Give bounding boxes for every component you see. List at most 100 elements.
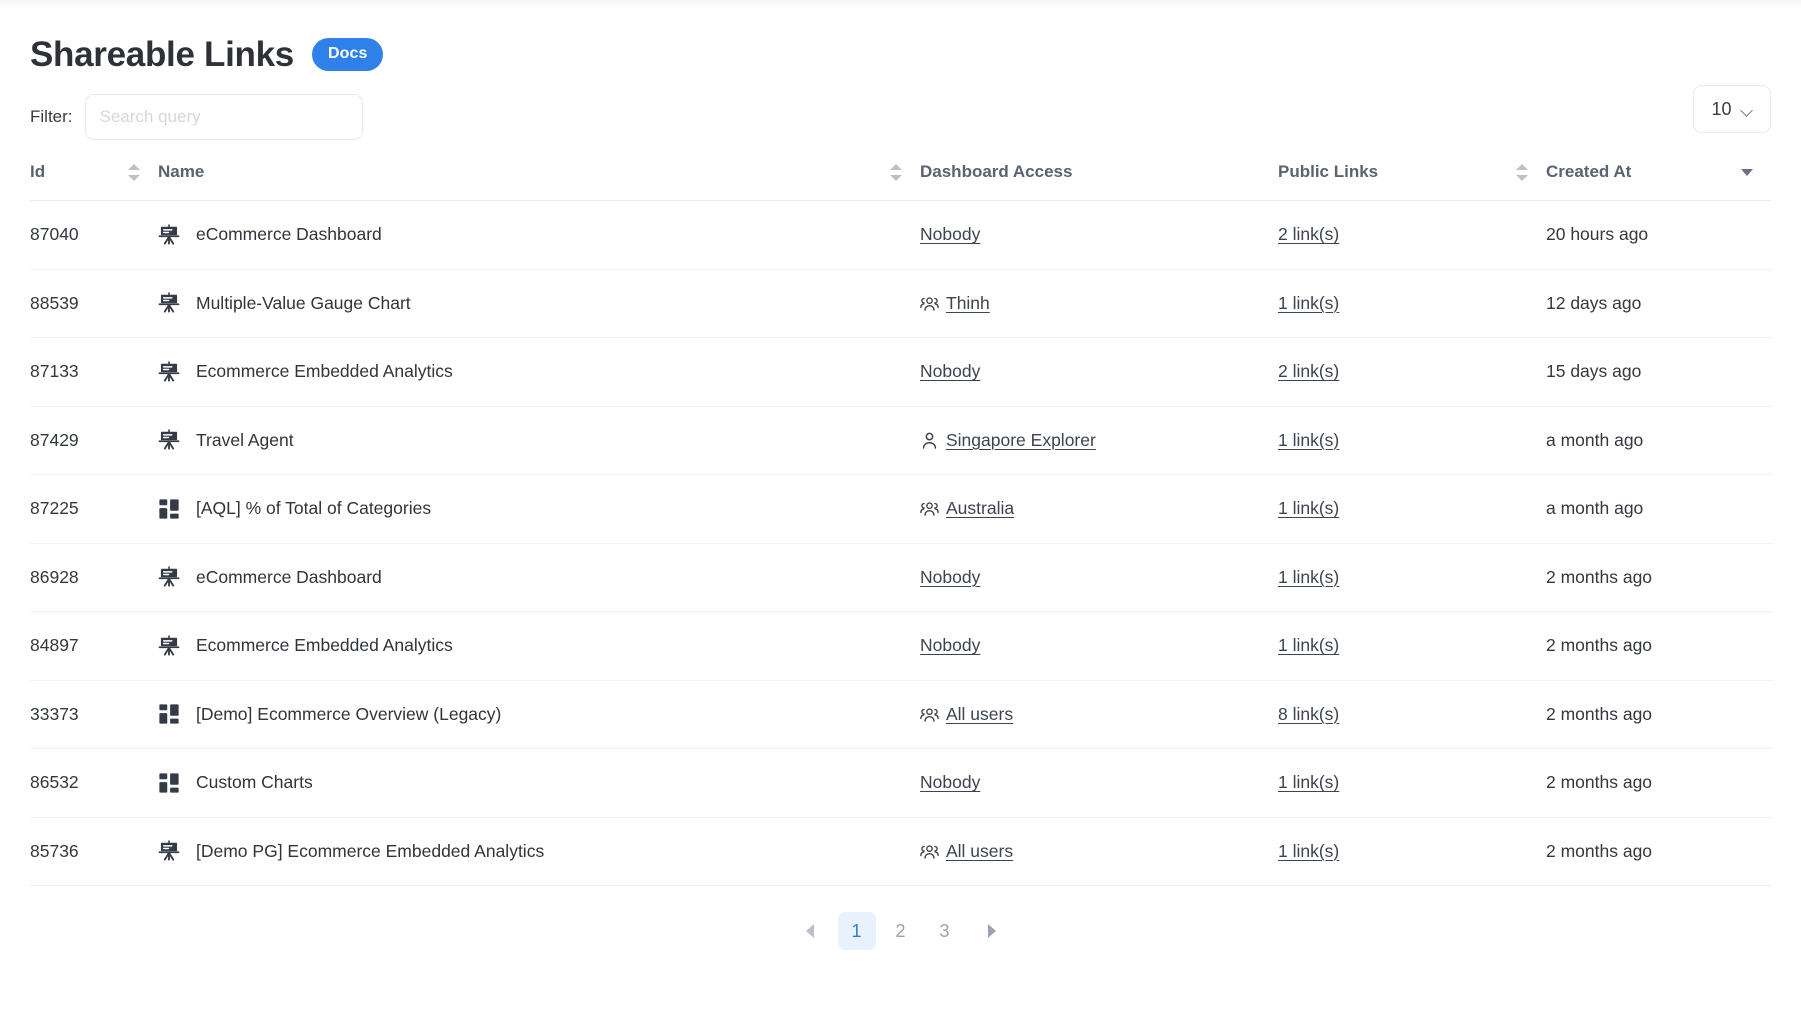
group-icon [920, 294, 939, 313]
table-row[interactable]: 88539 Multiple-Value Gauge Chart Thinh 1 li… [30, 269, 1771, 338]
table-row[interactable]: 87225 [AQL] % of Total of Categories Austr… [30, 474, 1771, 544]
created-at-label: 2 months ago [1546, 703, 1653, 724]
dashboard-access-link[interactable]: Thinh [946, 293, 990, 314]
cell-dashboard-access: Nobody [920, 748, 1278, 818]
column-label-name: Name [158, 162, 205, 181]
chevron-down-icon [1742, 106, 1753, 113]
created-at-label: 12 days ago [1546, 292, 1642, 313]
dashboard-access-link[interactable]: Nobody [920, 224, 980, 245]
table-row[interactable]: 86928 eCommerce Dashboard Nobody 1 link(s) 2… [30, 543, 1771, 612]
cell-created-at: a month ago [1546, 406, 1771, 475]
cell-dashboard-access: Australia [920, 474, 1278, 544]
name-label: [Demo] Ecommerce Overview (Legacy) [196, 703, 502, 724]
page-container: Shareable Links Docs Filter: 10 Id Name [0, 9, 1801, 950]
table-row[interactable]: 33373 [Demo] Ecommerce Overview (Legacy) A… [30, 680, 1771, 749]
easel-icon [158, 429, 180, 451]
cell-dashboard-access: Nobody [920, 200, 1278, 270]
table-row[interactable]: 87429 Travel Agent Singapore Explorer 1 lin… [30, 406, 1771, 475]
public-links-link[interactable]: 1 link(s) [1278, 498, 1339, 518]
name-label: eCommerce Dashboard [196, 566, 382, 587]
cell-created-at: 2 months ago [1546, 680, 1771, 749]
pagination-pages: 123 [837, 912, 964, 950]
docs-badge[interactable]: Docs [311, 38, 384, 71]
pagination-next-button[interactable] [970, 924, 1014, 938]
cell-created-at: 20 hours ago [1546, 200, 1771, 270]
table-head: Id Name Dashboard Access Public Links Cr… [30, 162, 1771, 201]
name-label: Multiple-Value Gauge Chart [196, 292, 411, 313]
public-links-link[interactable]: 2 link(s) [1278, 361, 1339, 381]
easel-icon [158, 292, 180, 314]
dashboard-access-link[interactable]: All users [946, 841, 1013, 862]
pagination-page-1[interactable]: 1 [837, 912, 876, 950]
dashboard-access-link[interactable]: Nobody [920, 361, 980, 382]
cell-dashboard-access: Singapore Explorer [920, 406, 1278, 475]
easel-icon [158, 634, 180, 657]
person-icon [920, 431, 939, 450]
cell-id: 87429 [30, 406, 158, 475]
pagination-prev-button[interactable] [788, 924, 832, 938]
cell-public-links: 1 link(s) [1278, 817, 1546, 886]
page-size-value: 10 [1711, 98, 1732, 119]
column-header-dashboard-access[interactable]: Dashboard Access [920, 162, 1278, 201]
cell-name: Travel Agent [158, 406, 920, 475]
table-row[interactable]: 85736 [Demo PG] Ecommerce Embedded Analyt… [30, 817, 1771, 886]
public-links-link[interactable]: 1 link(s) [1278, 841, 1339, 861]
cell-created-at: 2 months ago [1546, 611, 1771, 681]
cell-name: eCommerce Dashboard [158, 200, 920, 270]
pagination-page-2[interactable]: 2 [882, 912, 920, 950]
public-links-link[interactable]: 8 link(s) [1278, 704, 1339, 724]
sort-both-icon[interactable] [128, 163, 140, 181]
cell-dashboard-access: Nobody [920, 611, 1278, 681]
name-label: Ecommerce Embedded Analytics [196, 635, 453, 656]
cell-public-links: 1 link(s) [1278, 269, 1546, 338]
table-body: 87040 eCommerce Dashboard Nobody 2 link(s) 2… [30, 200, 1771, 886]
cell-id: 87133 [30, 337, 158, 407]
public-links-link[interactable]: 1 link(s) [1278, 635, 1339, 655]
name-label: [Demo PG] Ecommerce Embedded Analytics [196, 840, 545, 861]
cell-created-at: 15 days ago [1546, 337, 1771, 407]
dashboard-access-link[interactable]: All users [946, 704, 1013, 725]
dashboard-access-link[interactable]: Singapore Explorer [946, 430, 1096, 451]
filter-toolbar: Filter: 10 [30, 85, 1771, 140]
page-size-select[interactable]: 10 [1693, 85, 1771, 133]
dashboard-access-link[interactable]: Nobody [920, 567, 980, 588]
table-row[interactable]: 84897 Ecommerce Embedded Analytics Nobody 1… [30, 611, 1771, 681]
column-header-name[interactable]: Name [158, 162, 920, 201]
name-label: Custom Charts [196, 772, 313, 793]
sort-both-icon[interactable] [1516, 163, 1528, 181]
public-links-link[interactable]: 1 link(s) [1278, 772, 1339, 792]
top-strip [0, 0, 1801, 9]
public-links-link[interactable]: 1 link(s) [1278, 567, 1339, 587]
table-row[interactable]: 86532 Custom Charts Nobody 1 link(s) 2 month… [30, 748, 1771, 818]
grid-icon [158, 498, 180, 520]
dashboard-access-link[interactable]: Nobody [920, 772, 980, 793]
public-links-link[interactable]: 1 link(s) [1278, 430, 1339, 450]
table-row[interactable]: 87040 eCommerce Dashboard Nobody 2 link(s) 2… [30, 200, 1771, 270]
cell-public-links: 1 link(s) [1278, 406, 1546, 475]
public-links-link[interactable]: 1 link(s) [1278, 293, 1339, 313]
cell-dashboard-access: All users [920, 680, 1278, 749]
pagination-page-3[interactable]: 3 [926, 912, 964, 950]
cell-public-links: 1 link(s) [1278, 748, 1546, 818]
table-row[interactable]: 87133 Ecommerce Embedded Analytics Nobody 2… [30, 337, 1771, 407]
table-header-row: Id Name Dashboard Access Public Links Cr… [30, 162, 1771, 201]
search-input[interactable] [84, 94, 363, 140]
sort-both-icon[interactable] [890, 163, 902, 181]
column-label-created-at: Created At [1546, 162, 1632, 181]
created-at-label: a month ago [1546, 498, 1644, 519]
triangle-left-icon [805, 924, 814, 938]
cell-name: Multiple-Value Gauge Chart [158, 269, 920, 338]
dashboard-access-link[interactable]: Nobody [920, 635, 980, 656]
created-at-label: 2 months ago [1546, 566, 1653, 587]
public-links-link[interactable]: 2 link(s) [1278, 224, 1339, 244]
column-header-created-at[interactable]: Created At [1546, 162, 1771, 201]
cell-public-links: 2 link(s) [1278, 200, 1546, 270]
cell-public-links: 2 link(s) [1278, 337, 1546, 407]
dashboard-access-link[interactable]: Australia [946, 498, 1014, 519]
easel-icon [158, 840, 180, 862]
easel-icon [158, 566, 180, 588]
column-header-public-links[interactable]: Public Links [1278, 162, 1546, 201]
sort-descending-icon[interactable] [1741, 168, 1753, 176]
column-header-id[interactable]: Id [30, 162, 158, 201]
cell-created-at: a month ago [1546, 474, 1771, 544]
